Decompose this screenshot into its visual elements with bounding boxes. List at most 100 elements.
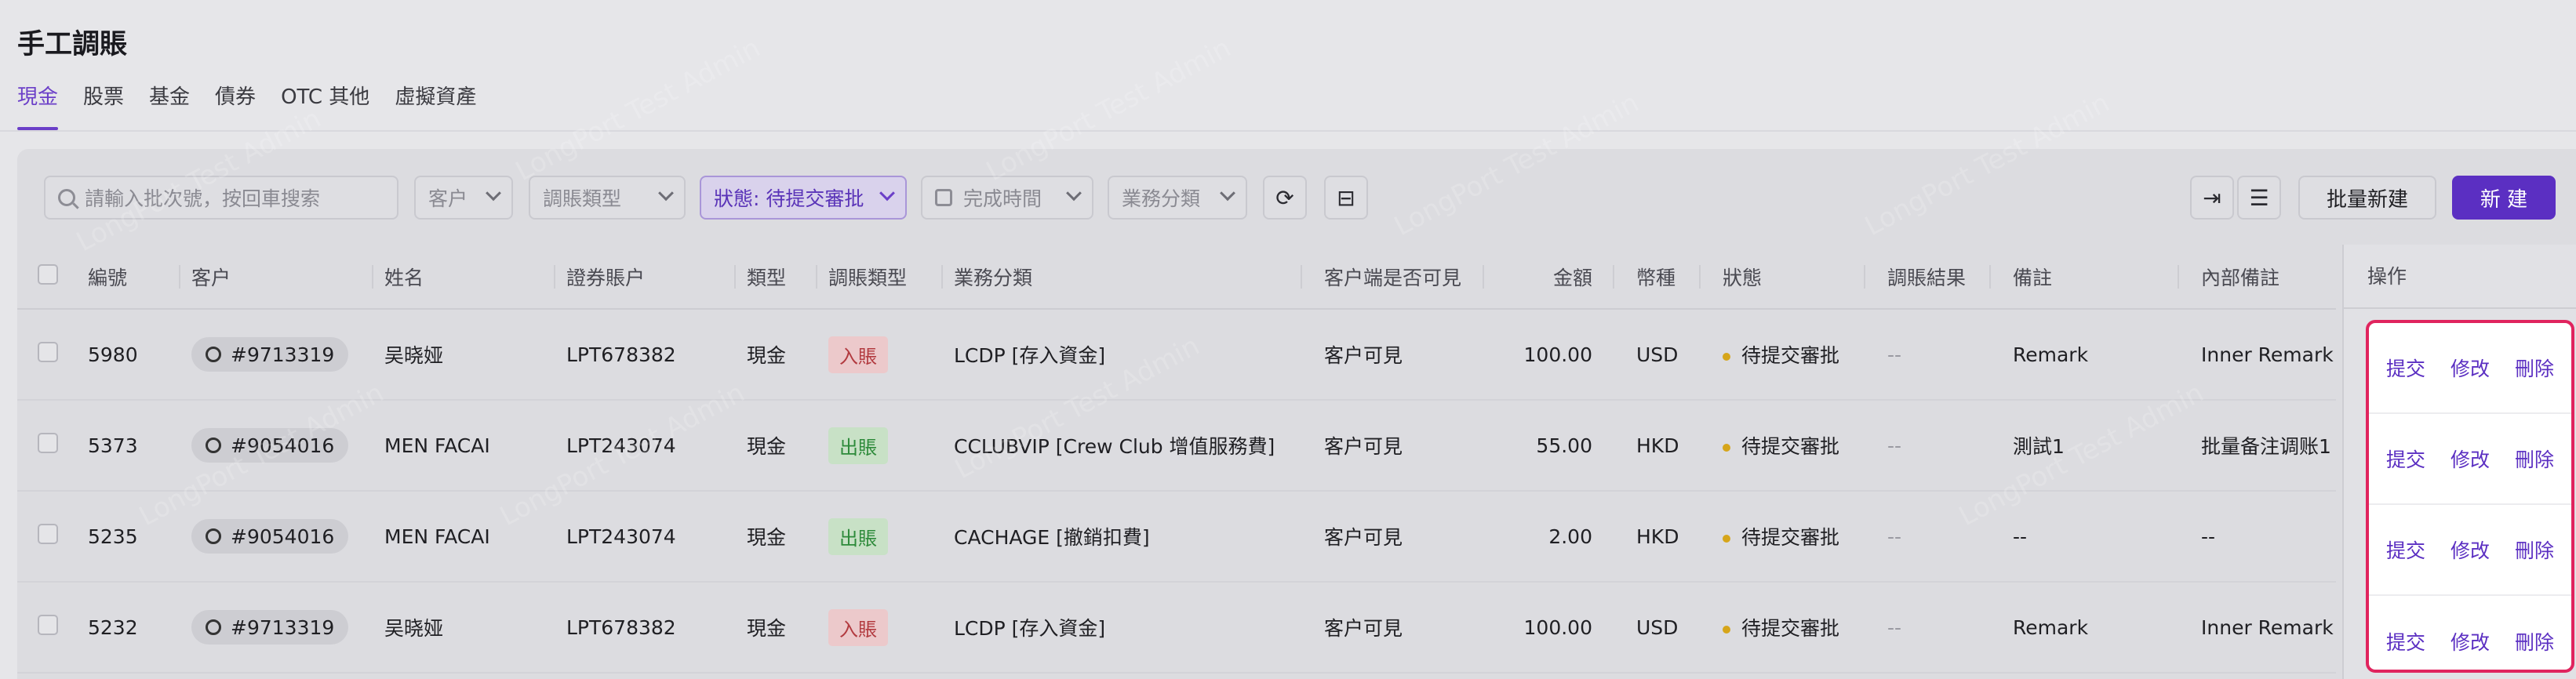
cell-inner-remark: 批量备注调账1	[2201, 435, 2331, 458]
cell-amount: 100.00	[1523, 343, 1592, 366]
col-type: 類型	[736, 245, 817, 310]
tab-funds[interactable]: 基金	[149, 82, 190, 130]
cell-biz: CCLUBVIP [Crew Club 增值服務費]	[954, 435, 1275, 458]
delete-link[interactable]: 刪除	[2515, 627, 2554, 655]
customer-pill[interactable]: #9713319	[191, 610, 349, 645]
col-ops: 操作	[2344, 245, 2576, 309]
new-button[interactable]: 新 建	[2452, 176, 2556, 220]
row-checkbox[interactable]	[38, 524, 58, 544]
cell-account: LPT243074	[566, 525, 676, 548]
table-row: 5232 #9713319 吴晓娅 LPT678382 現金 入賬 LCDP […	[17, 582, 2336, 673]
col-biz: 業務分類	[943, 245, 1302, 310]
status-text: 待提交審批	[1741, 435, 1840, 458]
delete-link[interactable]: 刪除	[2515, 445, 2554, 473]
cell-type: 現金	[747, 526, 787, 549]
cell-biz: CACHAGE [撤銷扣費]	[954, 526, 1150, 549]
edit-link[interactable]: 修改	[2450, 627, 2490, 655]
chevron-down-icon	[486, 185, 501, 202]
chevron-down-icon	[1066, 185, 1082, 202]
submit-link[interactable]: 提交	[2386, 445, 2425, 473]
cell-visible: 客户可見	[1324, 617, 1403, 640]
tab-bonds[interactable]: 債券	[215, 82, 256, 130]
select-all-checkbox[interactable]	[38, 263, 58, 285]
table-header-row: 編號 客户 姓名 證券賬户 類型 調賬類型 業務分類 客户端是否可見 金額 幣種…	[17, 245, 2336, 310]
col-currency-label: 幣種	[1636, 266, 1676, 289]
customer-filter[interactable]: 客户	[414, 176, 513, 220]
col-result-label: 調賬結果	[1887, 266, 1967, 289]
adjust-type-filter[interactable]: 調賬類型	[529, 176, 686, 220]
cell-account: LPT678382	[566, 615, 676, 639]
cell-account: LPT678382	[566, 343, 676, 366]
cell-name: MEN FACAI	[384, 434, 490, 457]
adjust-type-tag: 出賬	[828, 517, 888, 555]
tab-stocks[interactable]: 股票	[83, 82, 124, 130]
cell-amount: 100.00	[1523, 615, 1592, 639]
status-filter[interactable]: 狀態: 待提交審批	[700, 176, 907, 220]
col-result: 調賬結果	[1865, 245, 1991, 310]
col-status: 狀態	[1701, 245, 1865, 310]
edit-link[interactable]: 修改	[2450, 445, 2490, 473]
cell-name: MEN FACAI	[384, 525, 490, 548]
table-row: 5235 #9054016 MEN FACAI LPT243074 現金 出賬 …	[17, 491, 2336, 582]
submit-link[interactable]: 提交	[2386, 627, 2425, 655]
col-adjust-type-label: 調賬類型	[828, 266, 908, 289]
delete-link[interactable]: 刪除	[2515, 354, 2554, 382]
col-account-label: 證券賬户	[566, 266, 646, 289]
cell-name: 吴晓娅	[384, 344, 444, 367]
row-checkbox[interactable]	[38, 342, 58, 362]
cell-inner-remark: Inner Remark	[2201, 615, 2334, 639]
customer-pill[interactable]: #9054016	[191, 428, 349, 463]
export-button[interactable]: ⇥	[2190, 176, 2234, 220]
customer-id: #9713319	[231, 615, 335, 639]
adjust-type-tag: 出賬	[828, 427, 888, 464]
refresh-button[interactable]: ⟳	[1263, 176, 1307, 220]
cell-account: LPT243074	[566, 434, 676, 457]
column-settings-button[interactable]: ☰	[2237, 176, 2281, 220]
person-icon	[206, 438, 221, 453]
gift-icon: ⊟	[1337, 184, 1355, 211]
col-account: 證券賬户	[555, 245, 736, 310]
row-select-cell	[17, 400, 88, 491]
customer-pill[interactable]: #9054016	[191, 519, 349, 554]
edit-link[interactable]: 修改	[2450, 354, 2490, 382]
adjustment-table: 編號 客户 姓名 證券賬户 類型 調賬類型 業務分類 客户端是否可見 金額 幣種…	[17, 245, 2336, 674]
batch-new-button[interactable]: 批量新建	[2298, 176, 2436, 220]
select-all-cell	[17, 245, 88, 310]
gift-button[interactable]: ⊟	[1324, 176, 1368, 220]
done-time-filter[interactable]: 完成時間	[921, 176, 1093, 220]
delete-link[interactable]: 刪除	[2515, 536, 2554, 564]
cell-result: --	[1887, 343, 1902, 366]
cell-result: --	[1887, 434, 1902, 457]
customer-pill[interactable]: #9713319	[191, 337, 349, 372]
batch-search-input[interactable]: 請輸入批次號，按回車搜索	[44, 176, 398, 220]
status-dot	[1723, 535, 1730, 543]
cell-currency: USD	[1636, 343, 1679, 366]
search-placeholder: 請輸入批次號，按回車搜索	[85, 187, 321, 210]
row-checkbox[interactable]	[38, 615, 58, 635]
biz-category-filter[interactable]: 業務分類	[1108, 176, 1247, 220]
search-icon	[58, 189, 75, 206]
person-icon	[206, 347, 221, 362]
status-filter-label: 狀態: 待提交審批	[714, 187, 864, 210]
ops-row: 提交 修改 刪除	[2369, 596, 2571, 679]
customer-id: #9054016	[231, 434, 335, 457]
col-name: 姓名	[373, 245, 555, 310]
row-checkbox[interactable]	[38, 433, 58, 453]
col-visible: 客户端是否可見	[1302, 245, 1484, 310]
customer-id: #9054016	[231, 525, 335, 548]
tab-otc-other[interactable]: OTC 其他	[281, 82, 369, 130]
row-select-cell	[17, 491, 88, 582]
cell-adjust-type: 出賬	[817, 400, 943, 491]
cell-result: --	[1887, 525, 1902, 548]
tab-cash[interactable]: 現金	[17, 82, 59, 130]
chevron-down-icon	[658, 185, 674, 202]
cell-currency: USD	[1636, 615, 1679, 639]
submit-link[interactable]: 提交	[2386, 354, 2425, 382]
submit-link[interactable]: 提交	[2386, 536, 2425, 564]
table-row: 5980 #9713319 吴晓娅 LPT678382 現金 入賬 LCDP […	[17, 309, 2336, 400]
tab-virtual-assets[interactable]: 虛擬資產	[395, 82, 476, 130]
filter-toolbar: 請輸入批次號，按回車搜索 客户 調賬類型 狀態: 待提交審批 完成時間 業務分類…	[17, 149, 2576, 243]
edit-link[interactable]: 修改	[2450, 536, 2490, 564]
adjust-type-filter-label: 調賬類型	[543, 187, 622, 210]
col-adjust-type: 調賬類型	[817, 245, 943, 310]
